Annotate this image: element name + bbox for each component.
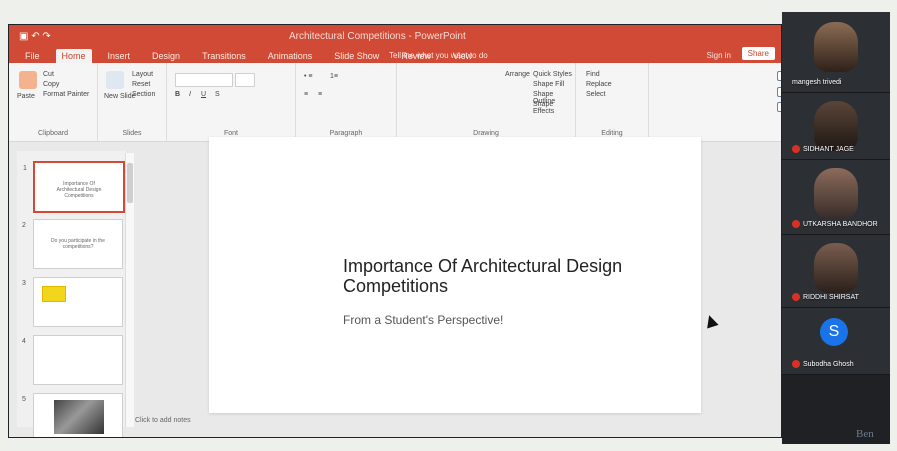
slide-thumbnail-text: Do you participate in the competitions? [51, 238, 105, 250]
tab-design[interactable]: Design [146, 49, 186, 63]
align-left-button[interactable]: ≡ [304, 91, 308, 98]
copy-button[interactable]: Copy [43, 81, 59, 88]
home-ribbon: Paste Cut Copy Format Painter Clipboard … [9, 63, 781, 142]
drawing-group-label: Drawing [473, 130, 499, 137]
tab-insert[interactable]: Insert [102, 49, 137, 63]
participants-panel: mangesh trivedi SIDHANT JAGE UTKARSHA BA… [782, 12, 890, 444]
new-slide-button[interactable]: New Slide [104, 93, 136, 100]
slide-subtitle[interactable]: From a Student's Perspective! [343, 313, 503, 327]
reset-button[interactable]: Reset [132, 81, 150, 88]
paste-icon [19, 71, 37, 89]
slide-canvas[interactable]: Importance Of Architectural Design Compe… [209, 137, 701, 413]
slide-number: 1 [23, 165, 27, 172]
slide-thumbnail-1[interactable]: 1 Importance Of Architectural Design Com… [23, 161, 125, 213]
tab-animations[interactable]: Animations [262, 49, 319, 63]
slide-thumbnails-pane: 1 Importance Of Architectural Design Com… [17, 151, 128, 437]
strike-button[interactable]: S [215, 91, 220, 98]
participant-avatar [814, 243, 858, 293]
shape-fill-button[interactable]: Shape Fill [533, 81, 564, 88]
slide-thumbnail-3[interactable]: 3 [22, 277, 123, 327]
account-link[interactable]: Sign in [707, 51, 731, 60]
mouse-cursor-icon [703, 313, 719, 329]
section-button[interactable]: Section [132, 91, 155, 98]
photo-background: ▣ ↶ ↷ Architectural Competitions - Power… [0, 0, 897, 451]
participant-name: RIDDHI SHIRSAT [792, 293, 859, 301]
slide-number: 4 [22, 338, 26, 345]
share-button[interactable]: Share [741, 47, 775, 60]
participant-avatar: S [820, 318, 848, 346]
clipboard-group: Paste Cut Copy Format Painter Clipboard [9, 63, 98, 141]
tab-transitions[interactable]: Transitions [196, 49, 252, 63]
select-button[interactable]: Select [586, 91, 605, 98]
slide-thumbnail-5[interactable]: 5 [22, 393, 123, 437]
thumbnail-scrollbar[interactable] [125, 153, 134, 427]
new-slide-icon [106, 71, 124, 89]
numbering-button[interactable]: 1≡ [330, 73, 338, 80]
tab-file[interactable]: File [19, 49, 46, 63]
drawing-group: Arrange Quick Styles Shape Fill Shape Ou… [397, 63, 781, 141]
quick-styles-button[interactable]: Quick Styles [533, 71, 572, 78]
title-bar: ▣ ↶ ↷ Architectural Competitions - Power… [9, 25, 781, 63]
participant-name: UTKARSHA BANDHOR [792, 220, 878, 228]
participant-tile[interactable]: mangesh trivedi [782, 12, 890, 93]
shape-effects-button[interactable]: Shape Effects [533, 101, 575, 115]
font-group: B I U S Font [167, 63, 296, 141]
quick-access-toolbar[interactable]: ▣ ↶ ↷ [19, 31, 51, 42]
layout-button[interactable]: Layout [132, 71, 153, 78]
muted-mic-icon [792, 293, 800, 301]
participant-tile[interactable]: UTKARSHA BANDHOR [782, 160, 890, 235]
participant-name: SIDHANT JAGE [792, 145, 854, 153]
paste-button[interactable]: Paste [17, 93, 35, 100]
muted-mic-icon [792, 220, 800, 228]
tab-home[interactable]: Home [55, 49, 92, 63]
font-name-box[interactable] [175, 73, 233, 87]
muted-mic-icon [792, 360, 800, 368]
slide-thumbnail-4[interactable]: 4 [22, 335, 123, 385]
paragraph-group-label: Paragraph [329, 130, 363, 137]
slides-group: New Slide Layout Reset Section Slides [98, 63, 167, 141]
participant-name: Subodha Ghosh [792, 360, 854, 368]
slide-thumbnail-2[interactable]: 2 Do you participate in the competitions… [22, 219, 123, 269]
cut-button[interactable]: Cut [43, 71, 54, 78]
tell-me-box[interactable]: Tell me what you want to do [389, 51, 488, 60]
participant-tile[interactable]: RIDDHI SHIRSAT [782, 235, 890, 308]
format-painter-button[interactable]: Format Painter [43, 91, 89, 98]
window-title: Architectural Competitions - PowerPoint [289, 31, 466, 42]
tab-slide-show[interactable]: Slide Show [328, 49, 385, 63]
paragraph-group: • ≡ 1≡ ≡ ≡ Paragraph [296, 63, 397, 141]
powerpoint-window: ▣ ↶ ↷ Architectural Competitions - Power… [8, 24, 782, 438]
slide-title[interactable]: Importance Of Architectural Design Compe… [343, 256, 623, 297]
find-button[interactable]: Find [586, 71, 600, 78]
editing-group-label: Editing [601, 130, 623, 137]
editing-group: Find Replace Select Editing [576, 63, 649, 141]
slide-image-block [42, 286, 66, 302]
slide-number: 3 [22, 280, 26, 287]
participant-tile[interactable]: SIDHANT JAGE [782, 93, 890, 160]
underline-button[interactable]: U [201, 91, 206, 98]
participant-avatar [814, 101, 858, 151]
signature-mark: Ben [856, 428, 874, 440]
participant-avatar [814, 22, 858, 72]
participant-name: mangesh trivedi [792, 79, 842, 86]
slide-number: 5 [22, 396, 26, 403]
replace-button[interactable]: Replace [586, 81, 612, 88]
arrange-button[interactable]: Arrange [505, 71, 530, 78]
slide-thumbnail-text: Importance Of Architectural Design Compe… [56, 181, 102, 199]
scroll-thumb[interactable] [127, 163, 133, 203]
slide-photo [54, 400, 104, 434]
font-group-label: Font [223, 130, 238, 137]
participant-tile[interactable]: S Subodha Ghosh [782, 308, 890, 375]
slides-group-label: Slides [122, 130, 142, 137]
participant-avatar [814, 168, 858, 218]
align-center-button[interactable]: ≡ [318, 91, 322, 98]
clipboard-group-label: Clipboard [38, 130, 68, 137]
notes-placeholder[interactable]: Click to add notes [135, 417, 191, 424]
bullets-button[interactable]: • ≡ [304, 73, 312, 80]
slide-number: 2 [22, 222, 26, 229]
font-size-box[interactable] [235, 73, 255, 87]
italic-button[interactable]: I [189, 91, 191, 98]
muted-mic-icon [792, 145, 800, 153]
bold-button[interactable]: B [175, 91, 180, 98]
